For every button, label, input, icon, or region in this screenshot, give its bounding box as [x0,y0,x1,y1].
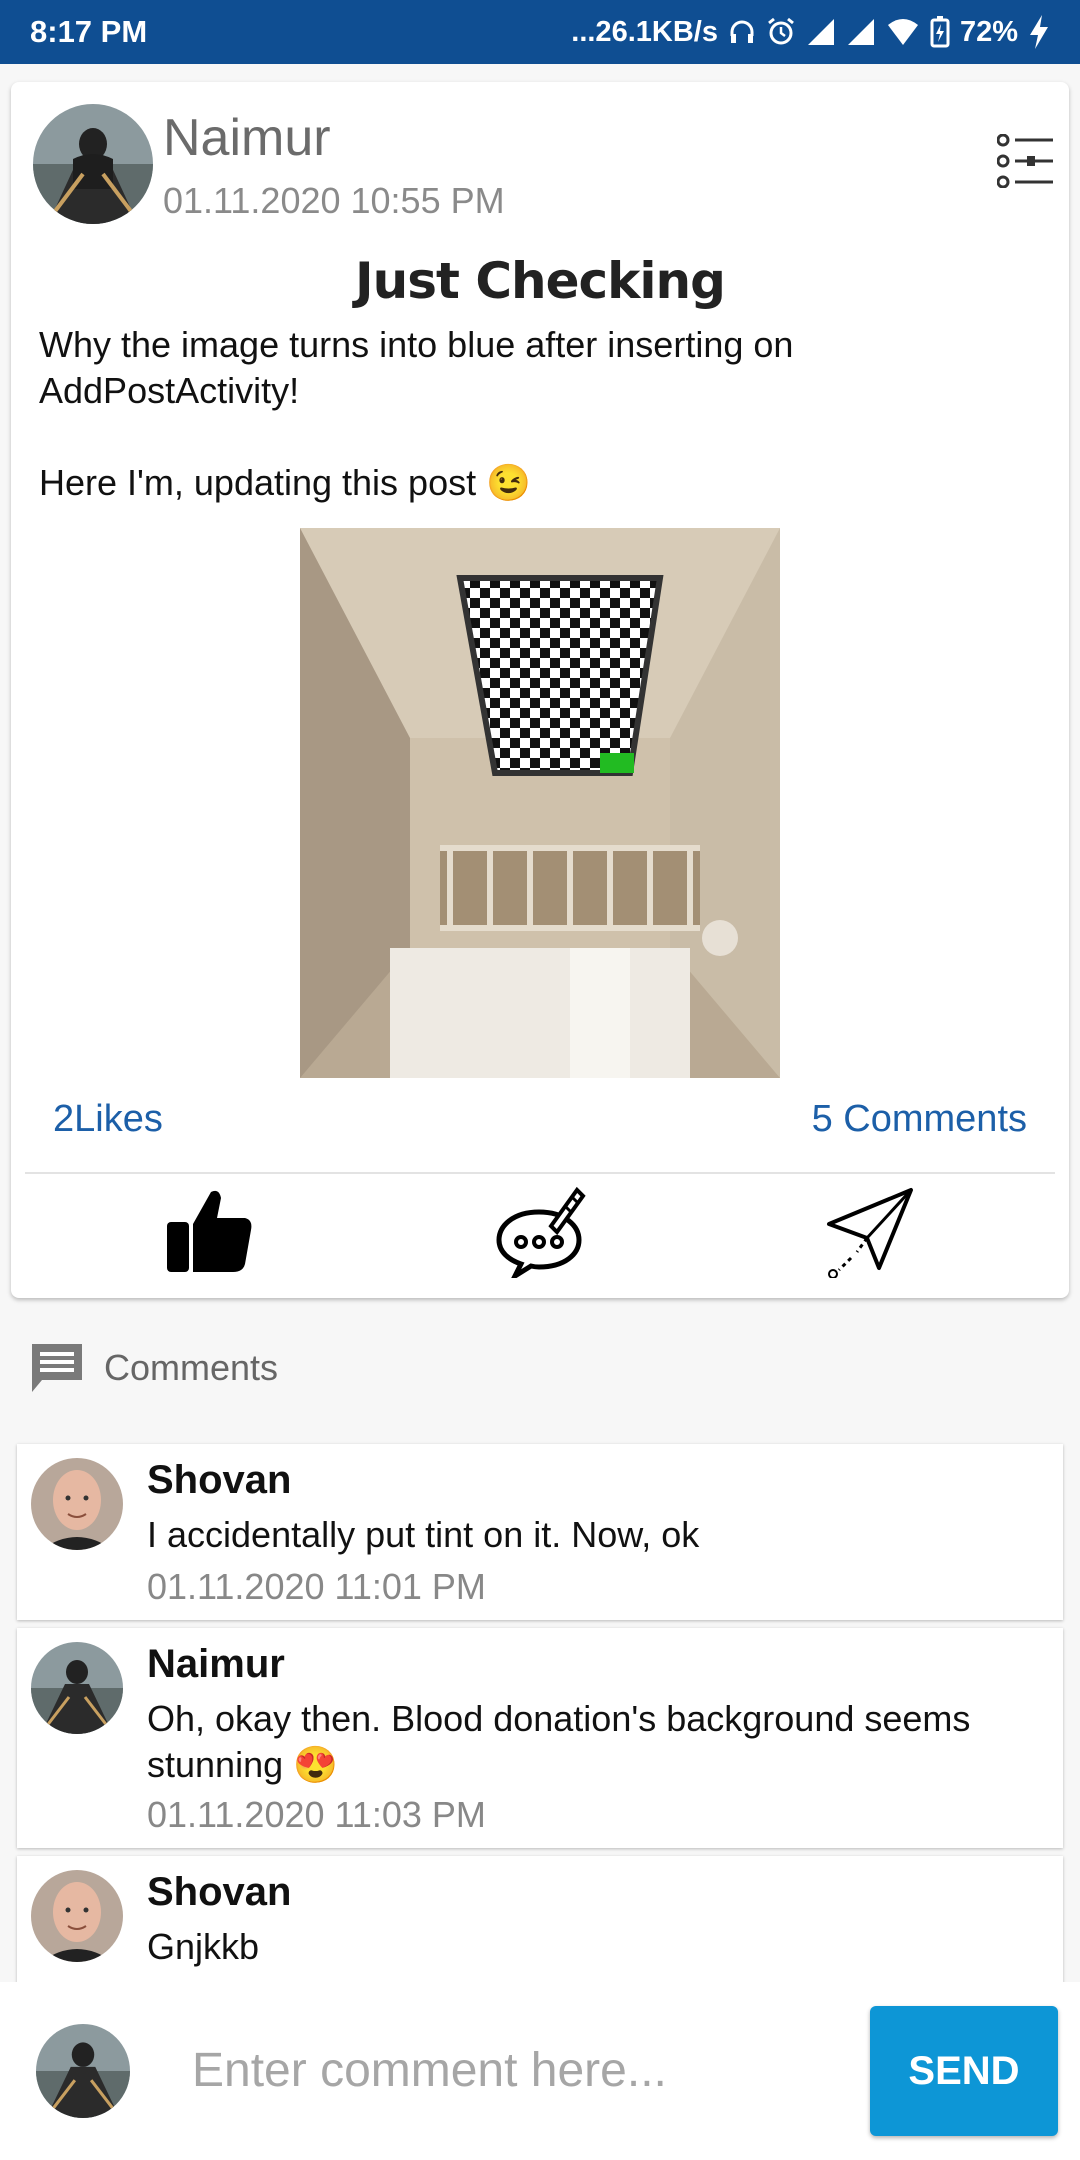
wifi-icon [887,19,918,45]
send-button[interactable]: SEND [870,2006,1058,2136]
comment-bubble-icon [496,1186,586,1283]
comment-item: Shovan I accidentally put tint on it. No… [17,1444,1063,1620]
comment-text: Oh, okay then. Blood donation's backgrou… [147,1698,971,1785]
comment-text: Gnjkkb [147,1926,260,1967]
comment-button[interactable] [491,1182,587,1283]
post-image[interactable] [300,528,780,1078]
post-card: Naimur 01.11.2020 10:55 PM Just Checking… [11,82,1069,1298]
charging-icon [1030,15,1048,49]
paper-plane-icon [827,1188,913,1279]
battery-icon [930,16,950,48]
post-author[interactable]: Naimur [163,108,331,168]
divider [25,1172,1055,1174]
avatar[interactable] [31,1870,123,1962]
status-time: 8:17 PM [30,14,148,49]
comments-count[interactable]: 5 Comments [812,1098,1027,1141]
status-icons: ...26.1KB/s 72% [571,15,1050,49]
comments-header: Comments [28,1340,278,1396]
like-button[interactable] [161,1182,257,1283]
comment-author[interactable]: Shovan [147,1458,291,1503]
comments-header-label: Comments [104,1347,279,1388]
comment-item: Shovan Gnjkkb [17,1856,1063,1986]
signal-icon-2 [847,19,874,45]
comment-author[interactable]: Shovan [147,1870,291,1915]
comment-item: Naimur Oh, okay then. Blood donation's b… [17,1628,1063,1848]
comment-input[interactable] [190,2024,834,2116]
avatar [36,2024,130,2118]
avatar[interactable] [31,1458,123,1550]
likes-count[interactable]: 2Likes [53,1098,163,1141]
comment-timestamp: 01.11.2020 11:03 PM [147,1794,486,1835]
battery-percent: 72% [959,15,1018,48]
post-timestamp: 01.11.2020 10:55 PM [163,180,505,221]
comment-author[interactable]: Naimur [147,1642,285,1687]
headphones-icon [730,20,754,43]
avatar[interactable] [33,104,153,224]
options-menu-icon[interactable] [996,133,1055,193]
thumbs-up-icon [167,1190,252,1272]
comment-timestamp: 01.11.2020 11:01 PM [147,1566,486,1607]
comment-text: I accidentally put tint on it. Now, ok [147,1514,700,1555]
avatar[interactable] [31,1642,123,1734]
network-speed: ...26.1KB/s [571,15,718,48]
post-title: Just Checking [355,252,726,310]
alarm-icon [768,17,794,45]
share-button[interactable] [821,1182,917,1283]
status-bar: 8:17 PM ...26.1KB/s 72% [0,0,1080,64]
post-body: Why the image turns into blue after inse… [39,324,794,503]
comment-composer: SEND [0,1982,1080,2160]
signal-icon [807,19,834,45]
comment-icon [32,1344,82,1392]
